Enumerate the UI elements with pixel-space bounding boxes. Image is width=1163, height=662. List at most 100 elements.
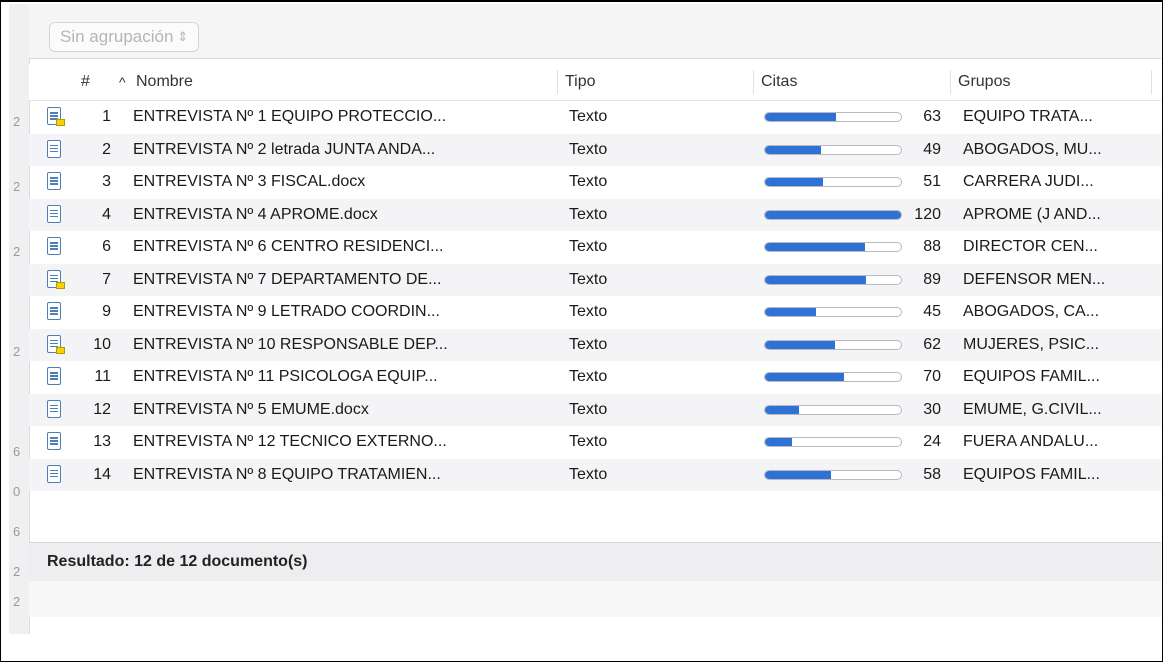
empty-area (29, 581, 1161, 617)
citations-count: 30 (923, 400, 941, 418)
document-manager: 222260622 Sin agrupación ⇕ # ^ Nombre Ti… (9, 4, 1161, 634)
row-number: 7 (102, 270, 111, 288)
side-panel-marker: 6 (13, 444, 21, 459)
column-header-name[interactable]: Nombre (136, 64, 193, 100)
row-number: 14 (93, 465, 111, 483)
citations-count: 70 (923, 368, 941, 385)
row-number: 3 (102, 173, 111, 190)
citations-bar (764, 339, 902, 350)
citations-bar-fill (765, 308, 816, 316)
row-number: 13 (93, 433, 111, 450)
column-header-citations[interactable]: Citas (761, 64, 797, 100)
side-panel-marker: 2 (13, 244, 21, 259)
side-panel-marker: 6 (13, 524, 21, 539)
row-number: 4 (102, 205, 111, 223)
citations-bar-fill (765, 113, 837, 121)
side-panel-marker: 2 (13, 179, 21, 194)
citations-bar (764, 372, 902, 382)
document-type: Texto (569, 173, 608, 190)
document-type: Texto (569, 433, 608, 450)
column-header-type[interactable]: Tipo (565, 64, 596, 100)
citations-bar-fill (765, 243, 865, 251)
table-row[interactable]: 14 ENTREVISTA Nº 8 EQUIPO TRATAMIEN... Tex… (29, 458, 1161, 491)
citations-bar-fill (765, 275, 866, 284)
document-type: Texto (569, 400, 608, 418)
chevron-updown-icon: ⇕ (177, 29, 189, 44)
grouping-select[interactable]: Sin agrupación ⇕ (49, 22, 200, 52)
document-name: ENTREVISTA Nº 11 PSICOLOGA EQUIP... (133, 368, 438, 385)
citations-bar (764, 209, 902, 220)
side-panel-marker: 2 (13, 564, 21, 579)
document-groups: EMUME, G.CIVIL... (963, 400, 1102, 418)
citations-bar (764, 274, 902, 285)
document-type: Texto (569, 270, 608, 288)
document-type: Texto (569, 368, 608, 385)
document-groups: MUJERES, PSIC... (963, 335, 1100, 353)
citations-bar-fill (765, 405, 799, 414)
document-groups: FUERA ANDALU... (963, 433, 1099, 450)
citations-count: 62 (923, 335, 941, 353)
document-groups: EQUIPOS FAMIL... (963, 368, 1100, 385)
document-table-body: 1 ENTREVISTA Nº 1 EQUIPO PROTECCIO... Text… (29, 101, 1161, 491)
citations-bar-fill (765, 340, 836, 349)
table-row[interactable]: 12 ENTREVISTA Nº 5 EMUME.docx Texto 30 EMUME… (29, 393, 1161, 426)
citations-bar-fill (765, 438, 793, 446)
citations-bar (764, 242, 902, 252)
table-row[interactable]: 4 ENTREVISTA Nº 4 APROME.docx Texto 120 APRO… (29, 198, 1161, 231)
citations-count: 58 (923, 465, 941, 483)
side-panel-marker: 2 (13, 344, 21, 359)
document-type: Texto (569, 108, 608, 125)
document-name: ENTREVISTA Nº 3 FISCAL.docx (133, 173, 366, 190)
document-groups: EQUIPO TRATA... (963, 108, 1093, 125)
citations-bar (764, 437, 902, 447)
document-type: Texto (569, 205, 608, 223)
citations-count: 45 (923, 303, 941, 320)
table-row[interactable]: 10 ENTREVISTA Nº 10 RESPONSABLE DEP... Tex… (29, 328, 1161, 361)
document-name: ENTREVISTA Nº 4 APROME.docx (133, 205, 378, 223)
column-separator[interactable] (1151, 70, 1152, 94)
citations-bar (764, 144, 902, 155)
row-number: 11 (94, 368, 111, 385)
table-row[interactable]: 7 ENTREVISTA Nº 7 DEPARTAMENTO DE... Texto… (29, 263, 1161, 296)
document-name: ENTREVISTA Nº 10 RESPONSABLE DEP... (133, 335, 448, 353)
row-number: 12 (93, 400, 111, 418)
document-groups: EQUIPOS FAMIL... (963, 465, 1100, 483)
toolbar: Sin agrupación ⇕ (29, 4, 1161, 59)
table-row[interactable]: 3 ENTREVISTA Nº 3 FISCAL.docx Texto 51 CARRE… (29, 166, 1161, 199)
status-bar: Resultado: 12 de 12 documento(s) (29, 542, 1161, 582)
table-row[interactable]: 11 ENTREVISTA Nº 11 PSICOLOGA EQUIP... Tex… (29, 361, 1161, 394)
column-separator[interactable] (557, 70, 558, 94)
citations-bar-fill (765, 178, 823, 186)
column-header-groups[interactable]: Grupos (958, 64, 1010, 100)
document-name: ENTREVISTA Nº 5 EMUME.docx (133, 400, 369, 418)
citations-bar (764, 469, 902, 480)
citations-bar (764, 404, 902, 415)
citations-count: 51 (923, 173, 941, 190)
row-number: 2 (102, 140, 111, 158)
table-row[interactable]: 13 ENTREVISTA Nº 12 TECNICO EXTERNO... Tex… (29, 426, 1161, 459)
document-name: ENTREVISTA Nº 8 EQUIPO TRATAMIEN... (133, 465, 441, 483)
column-separator[interactable] (753, 70, 754, 94)
document-type: Texto (569, 303, 608, 320)
table-header: # ^ Nombre Tipo Citas Grupos (29, 64, 1161, 101)
side-panel-marker: 2 (13, 594, 21, 609)
column-header-number[interactable]: # (81, 64, 90, 100)
table-row[interactable]: 9 ENTREVISTA Nº 9 LETRADO COORDIN... Texto… (29, 296, 1161, 329)
table-row[interactable]: 2 ENTREVISTA Nº 2 letrada JUNTA ANDA... Te… (29, 133, 1161, 166)
document-type: Texto (569, 140, 608, 158)
document-name: ENTREVISTA Nº 6 CENTRO RESIDENCI... (133, 238, 444, 255)
sort-ascending-icon[interactable]: ^ (119, 64, 126, 100)
citations-bar-fill (765, 145, 821, 154)
row-number: 10 (93, 335, 111, 353)
document-groups: ABOGADOS, MU... (963, 140, 1102, 158)
table-row[interactable]: 1 ENTREVISTA Nº 1 EQUIPO PROTECCIO... Text… (29, 101, 1161, 134)
citations-count: 88 (923, 238, 941, 255)
document-type: Texto (569, 465, 608, 483)
side-panel-marker: 0 (13, 484, 21, 499)
document-groups: ABOGADOS, CA... (963, 303, 1100, 320)
side-panel-marker: 2 (13, 114, 21, 129)
table-row[interactable]: 6 ENTREVISTA Nº 6 CENTRO RESIDENCI... Text… (29, 231, 1161, 264)
document-groups: DIRECTOR CEN... (963, 238, 1098, 255)
column-separator[interactable] (950, 70, 951, 94)
citations-bar-fill (765, 210, 901, 219)
